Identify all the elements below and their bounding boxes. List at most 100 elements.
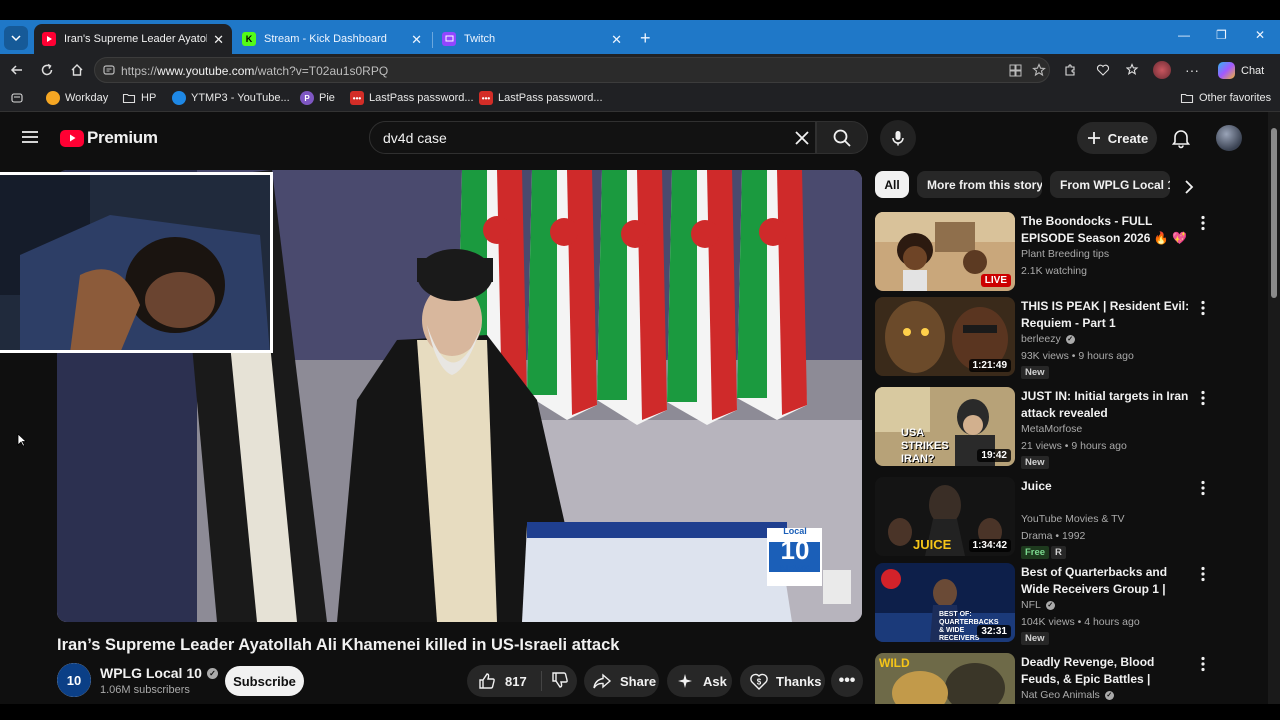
tab-kick[interactable]: K Stream - Kick Dashboard ✕ bbox=[234, 24, 430, 54]
create-button[interactable]: Create bbox=[1077, 122, 1157, 154]
bookmarks-sidebar-button[interactable] bbox=[10, 91, 24, 105]
back-button[interactable] bbox=[8, 61, 26, 79]
bookmark-lastpass-2[interactable]: ••• LastPass password... bbox=[479, 91, 603, 105]
address-bar[interactable]: https://www.youtube.com/watch?v=T02au1s0… bbox=[94, 57, 1050, 83]
recommendation-item[interactable]: WILD Deadly Revenge, Blood Feuds, & Epic… bbox=[875, 653, 1215, 704]
minimize-button[interactable]: — bbox=[1178, 28, 1190, 42]
video-thumbnail[interactable]: WILD bbox=[875, 653, 1015, 704]
video-thumbnail[interactable]: 1:21:49 bbox=[875, 297, 1015, 376]
channel-avatar[interactable]: 10 bbox=[57, 663, 91, 697]
tab-close-icon[interactable]: ✕ bbox=[411, 33, 422, 46]
chip-all[interactable]: All bbox=[875, 171, 909, 198]
youtube-favicon-icon bbox=[42, 32, 56, 46]
tab-list-button[interactable] bbox=[4, 26, 28, 50]
other-favorites-label: Other favorites bbox=[1199, 92, 1272, 104]
more-vertical-icon[interactable] bbox=[1198, 215, 1208, 231]
restore-button[interactable]: ❐ bbox=[1216, 28, 1227, 42]
video-thumbnail[interactable]: BEST OF: QUARTERBACKS & WIDE RECEIVERS 3… bbox=[875, 563, 1015, 642]
more-vertical-icon[interactable] bbox=[1198, 300, 1208, 316]
window-close-button[interactable]: ✕ bbox=[1255, 28, 1265, 42]
recommendation-item[interactable]: 1:21:49 THIS IS PEAK | Resident Evil: Re… bbox=[875, 297, 1215, 379]
rec-title[interactable]: Juice bbox=[1021, 478, 1193, 495]
tab-twitch[interactable]: Twitch ✕ bbox=[434, 24, 630, 54]
rec-channel[interactable]: YouTube Movies & TV bbox=[1021, 513, 1125, 525]
channel-name[interactable]: WPLG Local 10 ✓ bbox=[100, 665, 218, 681]
video-title: Iran’s Supreme Leader Ayatollah Ali Kham… bbox=[57, 636, 620, 654]
chip-from-channel[interactable]: From WPLG Local 10 bbox=[1050, 171, 1170, 198]
share-button[interactable]: Share bbox=[584, 665, 659, 697]
like-button[interactable]: 817 bbox=[467, 671, 542, 691]
rec-channel[interactable]: MetaMorfose bbox=[1021, 423, 1082, 435]
subscribe-button[interactable]: Subscribe bbox=[225, 666, 304, 696]
favorites-button[interactable] bbox=[1124, 61, 1142, 79]
rec-title[interactable]: The Boondocks - FULL EPISODE Season 2026… bbox=[1021, 213, 1193, 247]
rec-channel[interactable]: Plant Breeding tips bbox=[1021, 248, 1109, 260]
chip-more-from-story[interactable]: More from this story bbox=[917, 171, 1042, 198]
url-path: /watch?v=T02au1s0RPQ bbox=[254, 64, 389, 78]
profile-avatar[interactable] bbox=[1153, 61, 1171, 79]
thanks-button[interactable]: $ Thanks bbox=[740, 665, 825, 697]
app-available-icon[interactable] bbox=[1009, 64, 1022, 77]
account-avatar[interactable] bbox=[1216, 125, 1242, 151]
rec-title[interactable]: Best of Quarterbacks and Wide Receivers … bbox=[1021, 564, 1193, 598]
recommendation-item[interactable]: USA STRIKES IRAN? 19:42 JUST IN: Initial… bbox=[875, 387, 1215, 469]
more-vertical-icon[interactable] bbox=[1198, 480, 1208, 496]
rec-title[interactable]: JUST IN: Initial targets in Iran attack … bbox=[1021, 388, 1193, 422]
recommendation-item[interactable]: JUICE 1:34:42 Juice YouTube Movies & TV … bbox=[875, 477, 1215, 559]
more-vertical-icon[interactable] bbox=[1198, 390, 1208, 406]
video-thumbnail[interactable]: USA STRIKES IRAN? 19:42 bbox=[875, 387, 1015, 466]
notifications-bell-icon[interactable] bbox=[1170, 127, 1192, 149]
ask-button[interactable]: Ask bbox=[667, 665, 732, 697]
rec-title[interactable]: THIS IS PEAK | Resident Evil: Requiem - … bbox=[1021, 298, 1193, 332]
search-button[interactable] bbox=[816, 121, 868, 154]
twitch-favicon-icon bbox=[442, 32, 456, 46]
rec-channel[interactable]: NFL ✓ bbox=[1021, 599, 1055, 611]
bookmark-lastpass-1[interactable]: ••• LastPass password... bbox=[350, 91, 474, 105]
video-thumbnail[interactable]: JUICE 1:34:42 bbox=[875, 477, 1015, 556]
logo-text: Premium bbox=[87, 128, 158, 147]
tab-close-icon[interactable]: ✕ bbox=[611, 33, 622, 46]
watermark-num: 10 bbox=[780, 535, 810, 565]
clear-search-icon[interactable] bbox=[792, 128, 812, 148]
more-vertical-icon[interactable] bbox=[1198, 566, 1208, 582]
other-favorites[interactable]: Other favorites bbox=[1180, 91, 1271, 105]
svg-text:$: $ bbox=[757, 678, 762, 687]
bookmark-hp[interactable]: HP bbox=[122, 91, 156, 105]
voice-search-button[interactable] bbox=[880, 120, 916, 156]
more-actions-button[interactable]: ••• bbox=[831, 665, 863, 697]
mouse-cursor-icon bbox=[17, 433, 27, 447]
scrollbar-thumb[interactable] bbox=[1271, 128, 1277, 298]
video-duration: 1:21:49 bbox=[968, 359, 1011, 372]
tab-close-icon[interactable]: ✕ bbox=[213, 33, 224, 46]
rec-title[interactable]: Deadly Revenge, Blood Feuds, & Epic Batt… bbox=[1021, 654, 1193, 688]
browser-essentials-button[interactable] bbox=[1094, 61, 1112, 79]
page-scrollbar[interactable] bbox=[1268, 112, 1280, 704]
favorite-star-icon[interactable] bbox=[1032, 63, 1046, 77]
reload-icon bbox=[41, 63, 53, 76]
video-thumbnail[interactable]: LIVE bbox=[875, 212, 1015, 291]
home-button[interactable] bbox=[68, 61, 86, 79]
rec-channel[interactable]: Nat Geo Animals ✓ bbox=[1021, 689, 1114, 701]
copilot-chat-button[interactable]: Chat bbox=[1218, 62, 1264, 79]
more-options-icon[interactable]: ··· bbox=[1183, 61, 1201, 79]
reload-button[interactable] bbox=[38, 61, 56, 79]
more-vertical-icon[interactable] bbox=[1198, 656, 1208, 672]
arrow-left-icon bbox=[10, 65, 22, 75]
recommendation-item[interactable]: BEST OF: QUARTERBACKS & WIDE RECEIVERS 3… bbox=[875, 563, 1215, 645]
bookmark-ytmp3[interactable]: YTMP3 - YouTube... bbox=[172, 91, 290, 105]
chevron-right-icon[interactable] bbox=[1180, 178, 1198, 196]
tab-youtube[interactable]: Iran's Supreme Leader Ayatollah Ali Kham… bbox=[34, 24, 232, 54]
reading-list-icon bbox=[11, 93, 23, 103]
recommendation-item[interactable]: LIVE The Boondocks - FULL EPISODE Season… bbox=[875, 212, 1215, 294]
youtube-premium-logo[interactable]: Premium bbox=[60, 128, 158, 148]
rec-channel[interactable]: berleezy ✓ bbox=[1021, 333, 1075, 345]
bookmark-pie[interactable]: P Pie bbox=[300, 91, 335, 105]
dislike-button[interactable] bbox=[542, 670, 570, 693]
hamburger-menu-icon[interactable] bbox=[20, 127, 40, 147]
verified-check-icon: ✓ bbox=[1104, 690, 1114, 700]
bookmark-workday[interactable]: Workday bbox=[46, 91, 108, 105]
extensions-button[interactable] bbox=[1061, 61, 1079, 79]
site-info-icon[interactable] bbox=[103, 64, 115, 76]
search-input[interactable]: dv4d case bbox=[369, 121, 816, 154]
new-tab-button[interactable]: + bbox=[640, 28, 651, 49]
